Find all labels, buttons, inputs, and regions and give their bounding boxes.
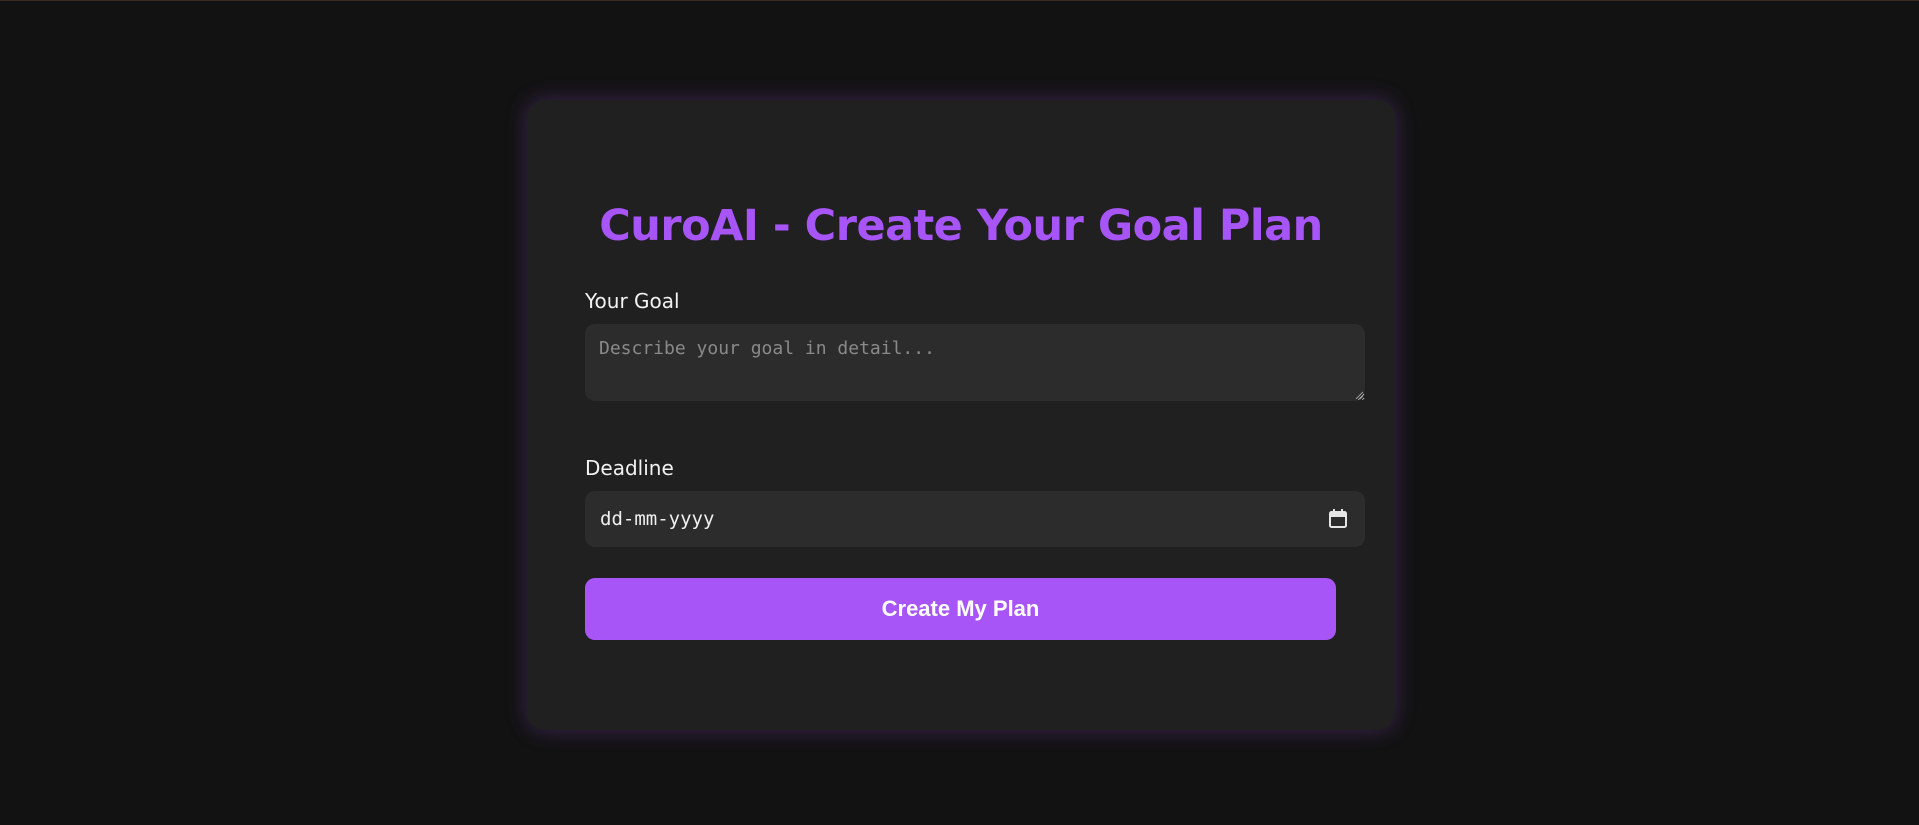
goal-label: Your Goal: [585, 289, 680, 313]
goal-plan-card: CuroAI - Create Your Goal Plan Your Goal…: [527, 100, 1395, 730]
deadline-placeholder[interactable]: dd-mm-yyyy: [600, 506, 714, 532]
deadline-date-input[interactable]: dd-mm-yyyy: [585, 491, 1365, 547]
deadline-label: Deadline: [585, 456, 674, 480]
page-title: CuroAI - Create Your Goal Plan: [599, 201, 1323, 251]
create-plan-button[interactable]: Create My Plan: [585, 578, 1336, 640]
calendar-icon[interactable]: [1328, 508, 1348, 530]
goal-textarea[interactable]: [585, 324, 1365, 401]
resize-handle-icon[interactable]: [1354, 390, 1364, 400]
